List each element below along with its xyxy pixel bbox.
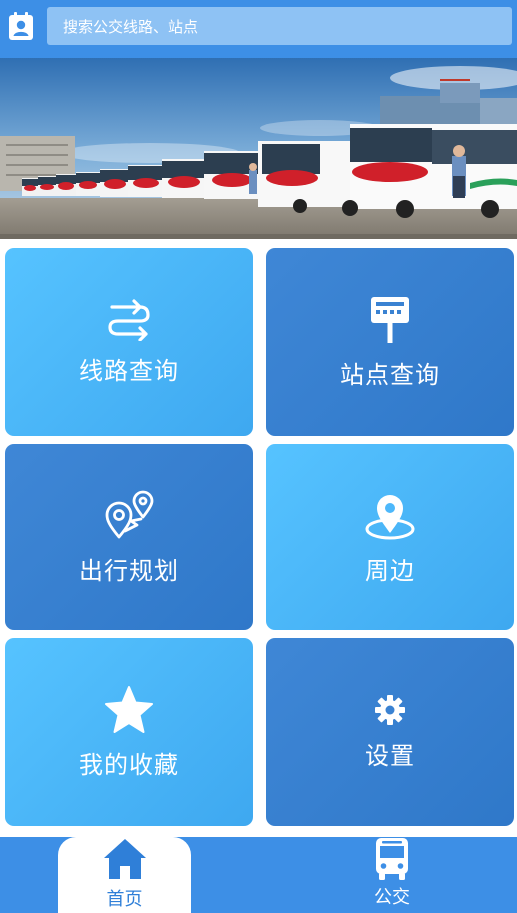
settings-label: 设置 bbox=[365, 741, 415, 770]
trip-plan-label: 出行规划 bbox=[79, 556, 179, 585]
route-query-tile[interactable]: 线路查询 bbox=[5, 248, 253, 436]
nav-bus-label: 公交 bbox=[374, 887, 410, 908]
nav-home-tab[interactable]: 首页 bbox=[58, 837, 191, 913]
route-icon bbox=[106, 298, 152, 341]
route-query-label: 线路查询 bbox=[79, 356, 179, 385]
nav-bus-tab[interactable]: 公交 bbox=[352, 837, 432, 913]
trip-plan-pin-icon bbox=[103, 489, 155, 541]
home-icon bbox=[103, 839, 146, 879]
bus-stop-sign-icon bbox=[370, 295, 410, 345]
contact-card-icon bbox=[9, 12, 33, 40]
trip-plan-tile[interactable]: 出行规划 bbox=[5, 444, 253, 630]
star-icon bbox=[103, 685, 155, 735]
stop-query-label: 站点查询 bbox=[340, 360, 440, 389]
profile-button[interactable] bbox=[4, 8, 38, 46]
banner-carousel[interactable] bbox=[0, 58, 517, 239]
bottom-nav: 首页 公交 bbox=[0, 837, 517, 913]
stop-query-tile[interactable]: 站点查询 bbox=[266, 248, 514, 436]
top-header: 搜索公交线路、站点 bbox=[0, 0, 517, 58]
gear-icon bbox=[374, 694, 406, 726]
search-placeholder: 搜索公交线路、站点 bbox=[63, 17, 199, 36]
banner-photo bbox=[0, 58, 517, 239]
favorites-tile[interactable]: 我的收藏 bbox=[5, 638, 253, 826]
favorites-label: 我的收藏 bbox=[79, 750, 179, 779]
search-bar[interactable]: 搜索公交线路、站点 bbox=[47, 7, 512, 45]
bus-icon bbox=[376, 838, 408, 880]
nav-home-label: 首页 bbox=[106, 889, 143, 910]
location-pin-icon bbox=[363, 489, 417, 541]
nearby-label: 周边 bbox=[365, 556, 415, 585]
nearby-tile[interactable]: 周边 bbox=[266, 444, 514, 630]
settings-tile[interactable]: 设置 bbox=[266, 638, 514, 826]
